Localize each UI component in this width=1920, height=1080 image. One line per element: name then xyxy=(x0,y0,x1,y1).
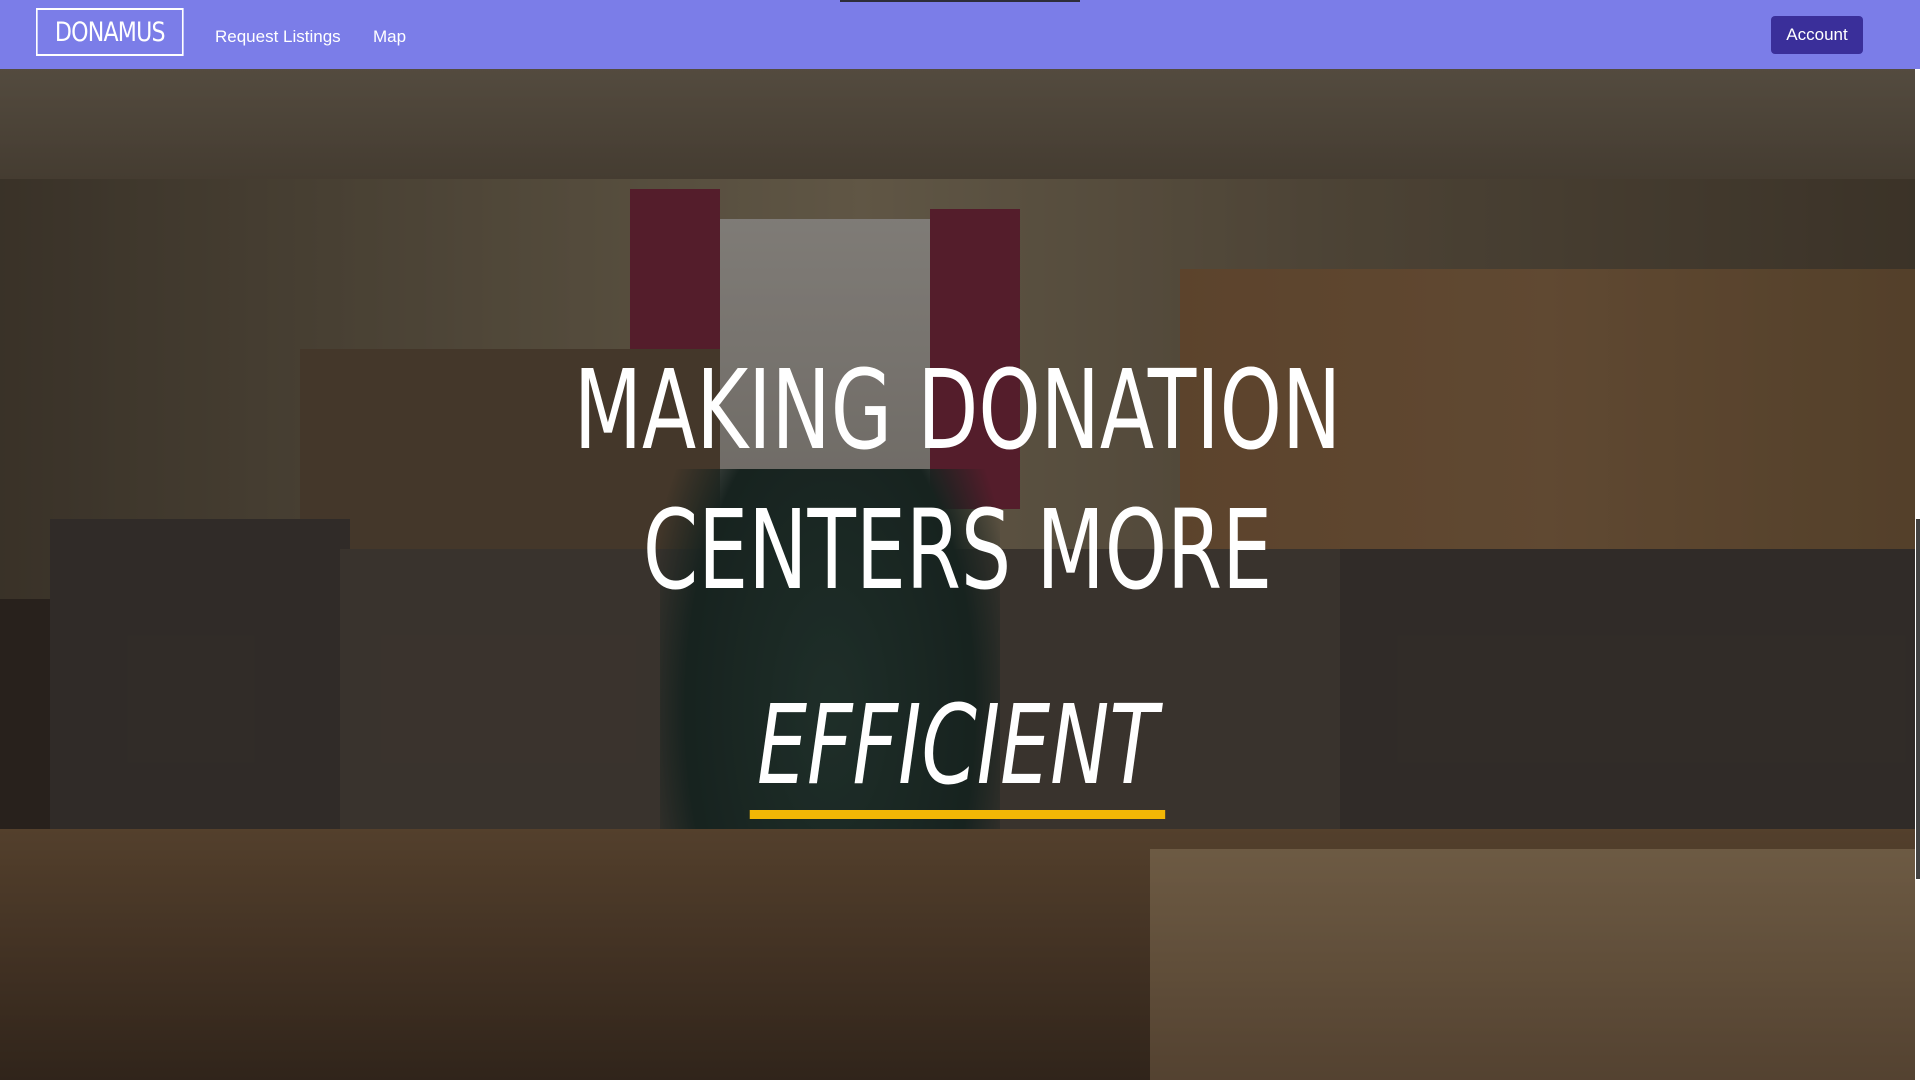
account-button[interactable]: Account xyxy=(1771,16,1863,54)
hero-headline-line-2: CENTERS MORE xyxy=(642,486,1273,614)
nav-link-map[interactable]: Map xyxy=(373,27,406,47)
hero-emphasis-wrap: EFFICIENT xyxy=(0,680,1915,819)
hero-headline-line-1: MAKING DONATION xyxy=(573,346,1342,474)
brand-logo[interactable]: DONAMUS xyxy=(36,8,184,56)
hero-headline: MAKING DONATION CENTERS MORE xyxy=(0,340,1915,620)
nav-link-request-listings[interactable]: Request Listings xyxy=(215,27,341,47)
top-indicator xyxy=(840,0,1080,2)
top-navbar: DONAMUS Request Listings Map Account xyxy=(0,0,1920,69)
hero-emphasis-word: EFFICIENT xyxy=(749,680,1166,819)
scrollbar-thumb[interactable] xyxy=(1916,519,1920,879)
page-scrollbar[interactable] xyxy=(1915,69,1920,1080)
